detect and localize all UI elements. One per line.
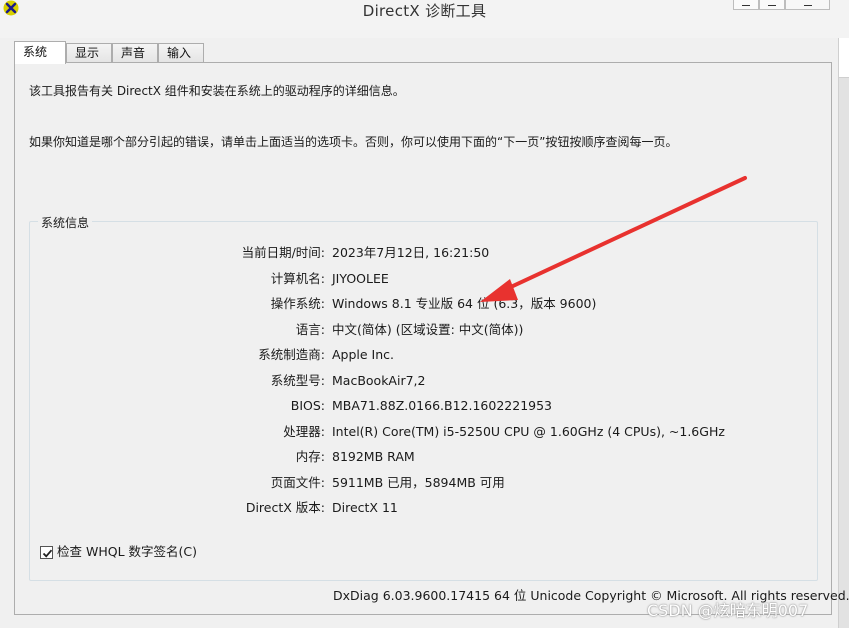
maximize-icon: [768, 5, 776, 6]
title-bar: DirectX 诊断工具: [0, 0, 849, 38]
tab-display[interactable]: 显示: [66, 43, 112, 63]
info-value: Intel(R) Core(TM) i5-5250U CPU @ 1.60GHz…: [332, 423, 725, 439]
info-value: Windows 8.1 专业版 64 位 (6.3，版本 9600): [332, 296, 597, 311]
info-value: DirectX 11: [332, 500, 398, 515]
check-icon: [42, 549, 53, 558]
info-value: 中文(简体) (区域设置: 中文(简体)): [332, 321, 524, 337]
info-value: MBA71.88Z.0166.B12.1602221953: [332, 398, 553, 413]
info-label: 操作系统:: [270, 296, 325, 311]
info-value: 2023年7月12日, 16:21:50: [332, 245, 490, 260]
close-button[interactable]: [785, 0, 830, 10]
info-label: 计算机名:: [270, 270, 325, 286]
info-row: 处理器: Intel(R) Core(TM) i5-5250U CPU @ 1.6…: [0, 423, 849, 441]
info-label: 语言:: [295, 321, 325, 337]
whql-checkbox-label: 检查 WHQL 数字签名(C): [57, 544, 197, 559]
info-row: 系统制造商: Apple Inc.: [0, 346, 849, 364]
system-tab-panel: 该工具报告有关 DirectX 组件和安装在系统上的驱动程序的详细信息。 如果你…: [14, 62, 832, 615]
tab-system[interactable]: 系统: [14, 41, 66, 64]
info-value: 5911MB 已用，5894MB 可用: [332, 474, 505, 490]
info-label: 当前日期/时间:: [241, 245, 325, 260]
info-row: 页面文件: 5911MB 已用，5894MB 可用: [0, 474, 849, 492]
maximize-button[interactable]: [759, 0, 785, 10]
tab-sound[interactable]: 声音: [112, 43, 158, 63]
tab-input[interactable]: 输入: [158, 43, 204, 63]
info-value: MacBookAir7,2: [332, 372, 426, 388]
info-label: 处理器:: [283, 423, 325, 439]
info-label: 页面文件:: [270, 474, 325, 490]
info-row: 计算机名: JIYOOLEE: [0, 270, 849, 288]
info-row: DirectX 版本: DirectX 11: [0, 499, 849, 517]
info-row: 操作系统: Windows 8.1 专业版 64 位 (6.3，版本 9600): [0, 295, 849, 313]
info-row: BIOS: MBA71.88Z.0166.B12.1602221953: [0, 397, 849, 415]
group-title: 系统信息: [38, 214, 93, 231]
info-row: 内存: 8192MB RAM: [0, 448, 849, 466]
info-label: BIOS:: [290, 398, 325, 413]
info-label: 内存:: [295, 449, 325, 464]
intro-text-1: 该工具报告有关 DirectX 组件和安装在系统上的驱动程序的详细信息。: [29, 84, 405, 98]
window-title: DirectX 诊断工具: [362, 2, 487, 20]
close-icon: [803, 5, 812, 6]
info-row: 语言: 中文(简体) (区域设置: 中文(简体)): [0, 321, 849, 339]
info-label: 系统制造商:: [258, 347, 325, 362]
info-row: 当前日期/时间: 2023年7月12日, 16:21:50: [0, 244, 849, 262]
info-label: 系统型号:: [270, 372, 325, 388]
info-value: 8192MB RAM: [332, 449, 415, 464]
info-row: 系统型号: MacBookAir7,2: [0, 372, 849, 390]
info-label: DirectX 版本:: [245, 500, 325, 515]
minimize-button[interactable]: [733, 0, 759, 10]
watermark: CSDN @炫暗东明007: [647, 601, 809, 620]
whql-checkbox[interactable]: [40, 545, 53, 559]
minimize-icon: [742, 5, 750, 6]
info-value: JIYOOLEE: [332, 270, 389, 286]
whql-check-row[interactable]: 检查 WHQL 数字签名(C): [40, 543, 197, 561]
intro-text-2: 如果你知道是哪个部分引起的错误，请单击上面适当的选项卡。否则，你可以使用下面的“…: [29, 135, 678, 149]
info-value: Apple Inc.: [332, 347, 395, 362]
window-edge-top: [838, 38, 849, 78]
